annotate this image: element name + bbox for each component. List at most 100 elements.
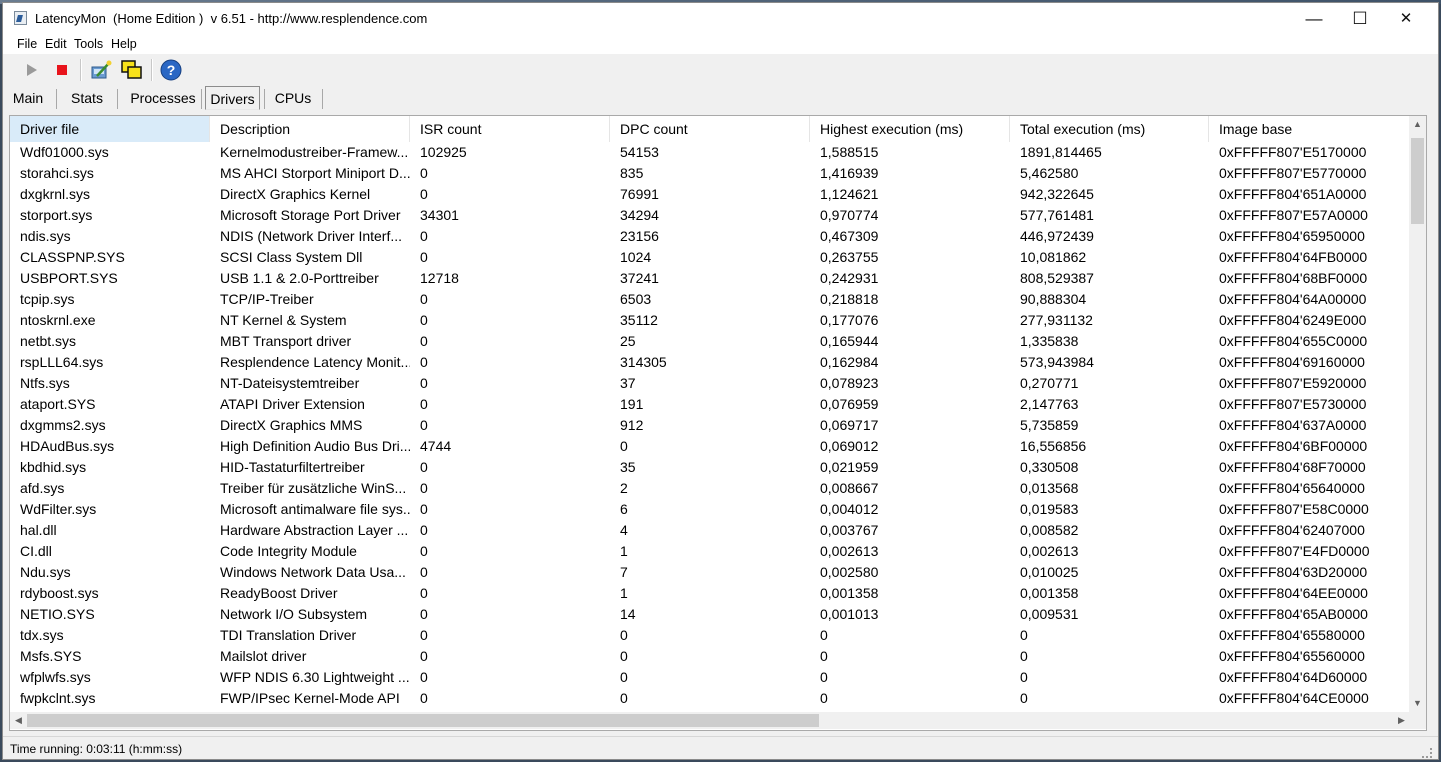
toolbar: ? — [3, 55, 1438, 85]
menu-help[interactable]: Help — [111, 37, 137, 51]
table-row[interactable]: netbt.sys MBT Transport driver 0 25 0,165944… — [10, 331, 1410, 352]
cell-total-execution: 942,322645 — [1020, 186, 1094, 202]
table-row[interactable]: HDAudBus.sys High Definition Audio Bus Dr… — [10, 436, 1410, 457]
tab-main[interactable]: Main — [7, 86, 49, 110]
cell-dpc-count: 0 — [620, 438, 628, 454]
column-header-dpc-count[interactable]: DPC count — [610, 116, 810, 142]
cell-image-base: 0xFFFFF804'68BF0000 — [1219, 270, 1368, 286]
scroll-right-arrow-icon[interactable]: ▶ — [1393, 712, 1410, 729]
cell-total-execution: 446,972439 — [1020, 228, 1094, 244]
table-row[interactable]: Msfs.SYS Mailslot driver 0 0 0 0 0xFFFFF804'65… — [10, 646, 1410, 667]
windows-icon — [121, 60, 142, 79]
table-row[interactable]: ntoskrnl.exe NT Kernel & System 0 35112 0,17… — [10, 310, 1410, 331]
cell-description: SCSI Class System Dll — [220, 249, 363, 265]
table-row[interactable]: storahci.sys MS AHCI Storport Miniport D.… — [10, 163, 1410, 184]
title-bar[interactable]: LatencyMon (Home Edition ) v 6.51 - http… — [3, 3, 1438, 34]
cell-image-base: 0xFFFFF807'E5170000 — [1219, 144, 1367, 160]
cell-dpc-count: 0 — [620, 669, 628, 685]
tab-cpus[interactable]: CPUs — [267, 86, 319, 110]
start-button[interactable] — [19, 58, 43, 82]
scroll-left-arrow-icon[interactable]: ◀ — [10, 712, 27, 729]
table-row[interactable]: WdFilter.sys Microsoft antimalware file s… — [10, 499, 1410, 520]
cell-driver-file: USBPORT.SYS — [20, 270, 118, 286]
cell-highest-execution: 0,162984 — [820, 354, 879, 370]
cell-isr-count: 0 — [420, 606, 428, 622]
cell-highest-execution: 0,467309 — [820, 228, 879, 244]
column-header-image-base[interactable]: Image base — [1209, 116, 1410, 142]
cell-dpc-count: 76991 — [620, 186, 659, 202]
cell-image-base: 0xFFFFF804'655C0000 — [1219, 333, 1368, 349]
minimize-button[interactable]: — — [1291, 3, 1337, 34]
horizontal-scrollbar[interactable]: ◀ ▶ — [10, 712, 1410, 729]
stop-button[interactable] — [50, 58, 74, 82]
tab-stats[interactable]: Stats — [63, 86, 111, 110]
table-row[interactable]: Ndu.sys Windows Network Data Usa... 0 7 0,00… — [10, 562, 1410, 583]
table-row[interactable]: hal.dll Hardware Abstraction Layer ... 0 4 0… — [10, 520, 1410, 541]
column-header-driver-file[interactable]: Driver file — [10, 116, 210, 142]
table-row[interactable]: dxgmms2.sys DirectX Graphics MMS 0 912 0,069… — [10, 415, 1410, 436]
cell-total-execution: 808,529387 — [1020, 270, 1094, 286]
cell-dpc-count: 7 — [620, 564, 628, 580]
cell-image-base: 0xFFFFF804'651A0000 — [1219, 186, 1367, 202]
cell-description: Code Integrity Module — [220, 543, 357, 559]
stop-icon — [57, 65, 67, 75]
cell-image-base: 0xFFFFF807'E58C0000 — [1219, 501, 1369, 517]
table-row[interactable]: CI.dll Code Integrity Module 0 1 0,002613 0,0… — [10, 541, 1410, 562]
scroll-up-arrow-icon[interactable]: ▲ — [1409, 116, 1426, 133]
horizontal-scroll-thumb[interactable] — [27, 714, 819, 727]
cell-highest-execution: 0,002580 — [820, 564, 879, 580]
status-bar: Time running: 0:03:11 (h:mm:ss) — [3, 736, 1438, 759]
cell-total-execution: 2,147763 — [1020, 396, 1079, 412]
maximize-button[interactable]: ☐ — [1337, 3, 1383, 34]
table-row[interactable]: kbdhid.sys HID-Tastaturfiltertreiber 0 35 0,… — [10, 457, 1410, 478]
cell-dpc-count: 35112 — [620, 312, 658, 328]
cell-isr-count: 12718 — [420, 270, 459, 286]
table-row[interactable]: tdx.sys TDI Translation Driver 0 0 0 0 0xFFFFF… — [10, 625, 1410, 646]
process-button[interactable] — [89, 58, 113, 82]
cell-image-base: 0xFFFFF804'68F70000 — [1219, 459, 1366, 475]
vertical-scroll-thumb[interactable] — [1411, 138, 1424, 224]
cell-dpc-count: 191 — [620, 396, 644, 412]
cell-description: FWP/IPsec Kernel-Mode API — [220, 690, 400, 706]
close-button[interactable]: ✕ — [1383, 3, 1429, 34]
menu-tools[interactable]: Tools — [74, 37, 103, 51]
scroll-down-arrow-icon[interactable]: ▼ — [1409, 695, 1426, 712]
table-row[interactable]: ataport.SYS ATAPI Driver Extension 0 191 0,0… — [10, 394, 1410, 415]
table-row[interactable]: rdyboost.sys ReadyBoost Driver 0 1 0,001358 0… — [10, 583, 1410, 604]
column-header-isr-count[interactable]: ISR count — [410, 116, 610, 142]
resize-grip-icon[interactable] — [1422, 748, 1432, 758]
table-row[interactable]: Wdf01000.sys Kernelmodustreiber-Framew...… — [10, 142, 1410, 163]
column-header-description[interactable]: Description — [210, 116, 410, 142]
table-row[interactable]: CLASSPNP.SYS SCSI Class System Dll 0 1024 0,… — [10, 247, 1410, 268]
cell-highest-execution: 0,001358 — [820, 585, 879, 601]
table-row[interactable]: fwpkclnt.sys FWP/IPsec Kernel-Mode API 0 0 0… — [10, 688, 1410, 709]
cell-driver-file: CLASSPNP.SYS — [20, 249, 125, 265]
cell-driver-file: wfplwfs.sys — [20, 669, 91, 685]
column-header-total-execution[interactable]: Total execution (ms) — [1010, 116, 1209, 142]
cell-highest-execution: 0,004012 — [820, 501, 879, 517]
table-row[interactable]: NETIO.SYS Network I/O Subsystem 0 14 0,00101… — [10, 604, 1410, 625]
cell-description: ATAPI Driver Extension — [220, 396, 365, 412]
tab-drivers[interactable]: Drivers — [205, 86, 260, 110]
cell-image-base: 0xFFFFF804'63D20000 — [1219, 564, 1368, 580]
windows-button[interactable] — [120, 58, 144, 82]
table-row[interactable]: storport.sys Microsoft Storage Port Drive… — [10, 205, 1410, 226]
table-row[interactable]: ndis.sys NDIS (Network Driver Interf... 0 2… — [10, 226, 1410, 247]
column-header-highest-execution[interactable]: Highest execution (ms) — [810, 116, 1010, 142]
vertical-scrollbar[interactable]: ▲ ▼ — [1409, 116, 1426, 712]
table-row[interactable]: rspLLL64.sys Resplendence Latency Monit..… — [10, 352, 1410, 373]
table-row[interactable]: afd.sys Treiber für zusätzliche WinS... 0 2… — [10, 478, 1410, 499]
tab-processes[interactable]: Processes — [123, 86, 203, 110]
window-title: LatencyMon (Home Edition ) v 6.51 - http… — [35, 11, 428, 26]
table-row[interactable]: Ntfs.sys NT-Dateisystemtreiber 0 37 0,078923… — [10, 373, 1410, 394]
menu-file[interactable]: File — [17, 37, 37, 51]
cell-driver-file: dxgkrnl.sys — [20, 186, 91, 202]
cell-driver-file: rspLLL64.sys — [20, 354, 104, 370]
menu-bar: File Edit Tools Help — [3, 34, 1438, 54]
table-row[interactable]: tcpip.sys TCP/IP-Treiber 0 6503 0,218818 90,8… — [10, 289, 1410, 310]
table-row[interactable]: USBPORT.SYS USB 1.1 & 2.0-Porttreiber 1271… — [10, 268, 1410, 289]
table-row[interactable]: dxgkrnl.sys DirectX Graphics Kernel 0 76991… — [10, 184, 1410, 205]
menu-edit[interactable]: Edit — [45, 37, 67, 51]
help-button[interactable]: ? — [159, 58, 183, 82]
table-row[interactable]: wfplwfs.sys WFP NDIS 6.30 Lightweight ...… — [10, 667, 1410, 688]
